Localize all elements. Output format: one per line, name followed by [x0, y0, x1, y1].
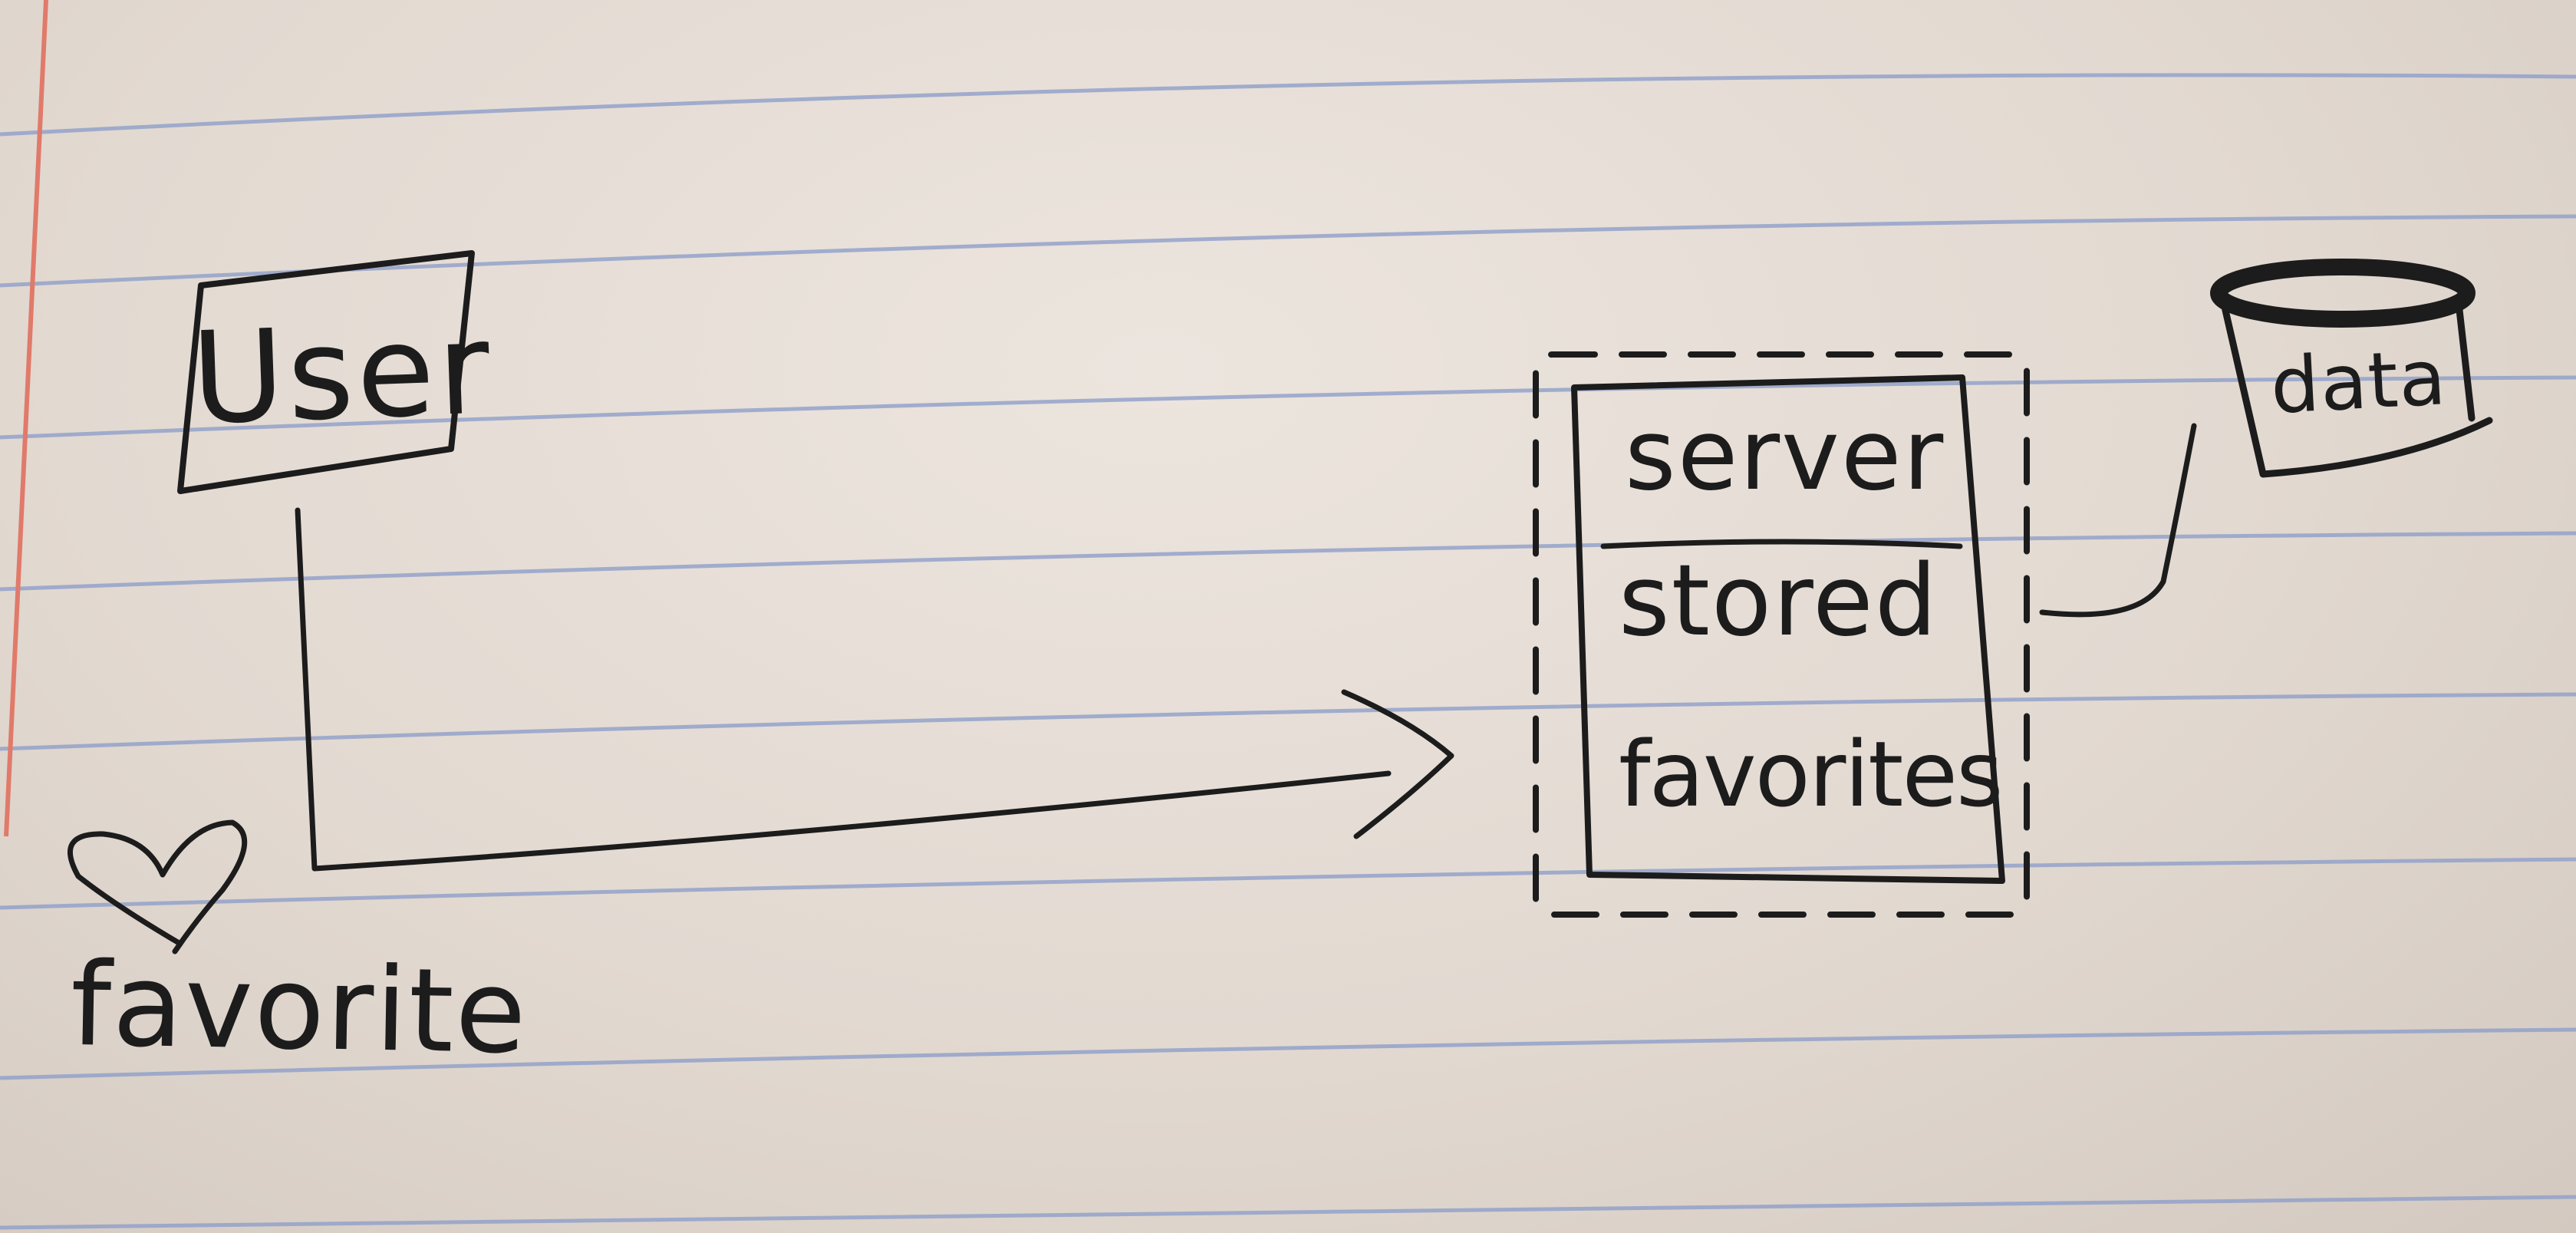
heart-icon: [68, 819, 248, 954]
connector-line: [295, 507, 1392, 872]
stored-label: stored: [1619, 544, 1939, 658]
favorite-label: favorite: [69, 938, 529, 1080]
arrow-head: [1341, 689, 1454, 839]
database-top: [2210, 259, 2476, 328]
data-connector: [2039, 423, 2197, 618]
server-label: server: [1625, 398, 1945, 513]
user-label: User: [189, 295, 496, 453]
data-label: data: [2268, 332, 2449, 431]
favorites-label: favorites: [1619, 721, 2004, 827]
notebook-page: User server stored favorites data favori…: [0, 0, 2576, 1233]
